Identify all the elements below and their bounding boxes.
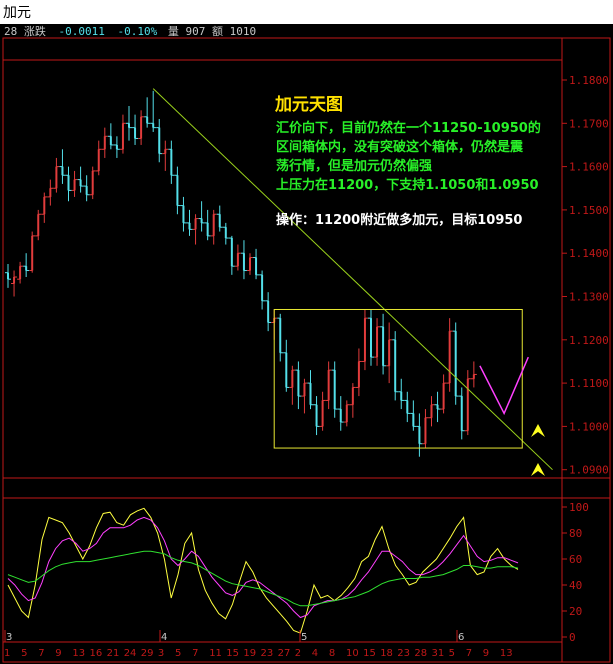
month-label: 3	[6, 632, 12, 643]
annotation: 加元天图 汇价向下，目前仍然在一个11250-10950的 区间箱体内，没有突破…	[274, 95, 541, 228]
date-label: 29	[141, 648, 154, 659]
month-label: 4	[161, 632, 167, 643]
date-label: 9	[55, 648, 61, 659]
price-tick-label: 1.1000	[569, 420, 609, 433]
status-change-label: 涨跌	[24, 24, 46, 38]
range-box	[273, 308, 523, 449]
price-tick-label: 1.1100	[569, 377, 609, 390]
annotation-operation: 操作：11200附近做多加元，目标10950	[276, 212, 522, 228]
date-label: 1	[4, 648, 10, 659]
projection-path	[479, 356, 529, 416]
oscillator-lines	[7, 507, 519, 634]
annotation-title: 加元天图	[274, 95, 343, 115]
osc-tick-label: 0	[569, 631, 576, 644]
date-label: 16	[90, 648, 103, 659]
date-label: 5	[21, 648, 27, 659]
date-label: 7	[38, 648, 44, 659]
date-label: 4	[312, 648, 318, 659]
date-label: 15	[363, 648, 376, 659]
status-change: -0.0011	[59, 25, 105, 38]
annotation-line-2: 区间箱体内，没有突破这个箱体，仍然是震	[276, 139, 524, 155]
osc-tick-label: 100	[569, 501, 589, 514]
date-label: 18	[380, 648, 393, 659]
date-label: 7	[192, 648, 198, 659]
oscillator-j-line	[7, 550, 519, 607]
date-label: 21	[107, 648, 120, 659]
status-amount: 1010	[230, 25, 257, 38]
kline-chart: 28 涨跌 -0.0011 -0.10% 量 907 额 1010 1.1800…	[2, 24, 611, 663]
date-label: 19	[243, 648, 256, 659]
month-label: 6	[458, 632, 464, 643]
price-tick-label: 1.1400	[569, 247, 609, 260]
price-tick-label: 1.0900	[569, 464, 609, 477]
date-label: 2	[295, 648, 301, 659]
status-pct: -0.10%	[117, 25, 157, 38]
window-title: 加元	[3, 5, 31, 21]
date-label: 3	[158, 648, 164, 659]
date-label: 11	[209, 648, 222, 659]
osc-tick-label: 40	[569, 579, 582, 592]
oscillator-k-line	[7, 507, 519, 634]
up-arrow-icon	[531, 424, 545, 437]
annotation-line-4: 上压力在11200，下支持1.1050和1.0950	[276, 177, 539, 193]
date-label: 27	[278, 648, 291, 659]
annotation-line-1: 汇价向下，目前仍然在一个11250-10950的	[276, 120, 541, 136]
status-volume: 907	[185, 25, 205, 38]
date-label: 28	[414, 648, 427, 659]
date-label: 7	[466, 648, 472, 659]
date-label: 31	[432, 648, 445, 659]
status-amount-label: 额	[212, 25, 223, 38]
up-arrow-icon	[531, 463, 545, 476]
status-volume-label: 量	[168, 25, 179, 38]
date-label: 13	[72, 648, 85, 659]
date-label: 23	[397, 648, 410, 659]
date-axis: 3 4 5 61 5 7 9 13 16 21 24 29 3 5 7 11 15 19 23 27 2 4 8 10 15 18…	[4, 630, 513, 659]
date-label: 23	[261, 648, 274, 659]
date-label: 8	[329, 648, 335, 659]
date-label: 5	[175, 648, 181, 659]
date-label: 13	[500, 648, 513, 659]
osc-tick-label: 60	[569, 553, 582, 566]
osc-tick-label: 80	[569, 527, 582, 540]
date-label: 15	[226, 648, 239, 659]
oscillator-axis-ticks: 100 80 60 40 20 0	[562, 501, 589, 644]
price-tick-label: 1.1300	[569, 291, 609, 304]
price-tick-label: 1.1200	[569, 334, 609, 347]
price-tick-label: 1.1700	[569, 117, 609, 130]
oscillator-d-line	[7, 516, 519, 619]
status-prefix: 28	[4, 25, 17, 38]
date-label: 10	[346, 648, 359, 659]
status-line: 28 涨跌 -0.0011 -0.10% 量 907 额 1010	[4, 24, 256, 38]
date-label: 24	[124, 648, 137, 659]
osc-tick-label: 20	[569, 605, 582, 618]
title-bar: 加元	[0, 0, 613, 24]
price-axis-ticks: 1.1800 1.1700 1.1600 1.1500 1.1400 1.1300 1.12…	[562, 74, 609, 477]
date-label: 9	[483, 648, 489, 659]
date-label: 5	[449, 648, 455, 659]
annotation-line-3: 荡行情，但是加元仍然偏强	[276, 158, 432, 174]
price-tick-label: 1.1800	[569, 74, 609, 87]
price-tick-label: 1.1500	[569, 204, 609, 217]
month-label: 5	[301, 632, 307, 643]
price-tick-label: 1.1600	[569, 161, 609, 174]
